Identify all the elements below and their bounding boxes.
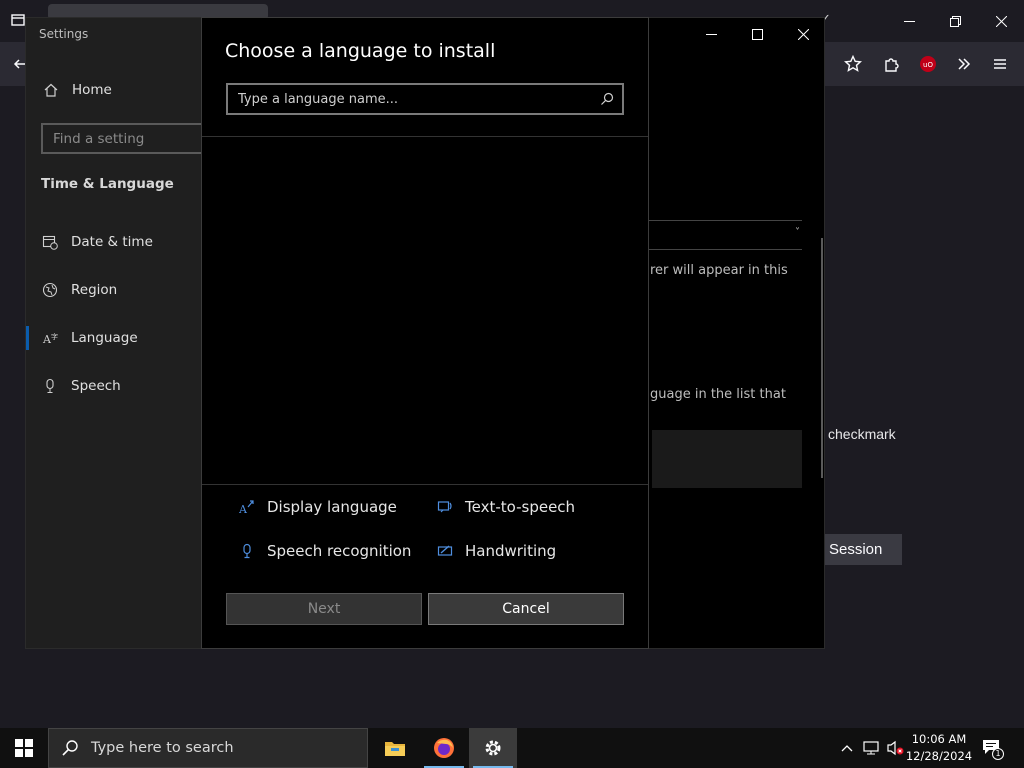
nav-selection-indicator xyxy=(26,326,29,350)
network-icon[interactable] xyxy=(860,728,882,768)
search-icon[interactable] xyxy=(600,92,614,106)
notification-count-badge: 1 xyxy=(992,748,1004,760)
display-language-dropdown[interactable]: ˅ xyxy=(648,220,802,250)
dialog-title: Choose a language to install xyxy=(225,40,496,62)
choose-language-dialog: Choose a language to install A Display l… xyxy=(201,17,649,649)
feature-handwriting: Handwriting xyxy=(437,542,556,560)
clock-date: 12/28/2024 xyxy=(905,749,973,763)
language-results-list[interactable] xyxy=(202,137,648,484)
sidebar-item-region[interactable]: Region xyxy=(42,282,117,298)
start-button[interactable] xyxy=(0,728,48,768)
gear-icon xyxy=(483,738,503,758)
sidebar-item-label: Speech xyxy=(71,378,121,394)
language-search-input[interactable] xyxy=(228,85,588,113)
settings-close-button[interactable] xyxy=(780,18,826,50)
notification-icon: 1 xyxy=(982,739,1004,760)
microphone-icon xyxy=(42,378,58,394)
feature-text-to-speech: Text-to-speech xyxy=(437,498,575,516)
overflow-chevrons-icon[interactable] xyxy=(950,50,978,78)
search-icon xyxy=(61,739,79,757)
display-language-icon: A xyxy=(239,499,255,515)
taskbar-file-explorer[interactable] xyxy=(371,728,419,768)
feature-label: Handwriting xyxy=(465,542,557,560)
star-icon[interactable] xyxy=(839,50,867,78)
tab-list-icon[interactable] xyxy=(10,12,26,28)
divider xyxy=(202,484,648,485)
sidebar-item-language[interactable]: A字 Language xyxy=(42,330,138,346)
action-center-button[interactable]: 1 xyxy=(978,728,1008,768)
home-icon xyxy=(43,82,59,98)
handwriting-icon xyxy=(437,543,453,559)
settings-window-title: Settings xyxy=(39,27,89,41)
feature-display-language: A Display language xyxy=(239,498,397,516)
sidebar-item-label: Region xyxy=(71,282,118,298)
ublock-icon[interactable]: uO xyxy=(914,50,942,78)
language-icon: A字 xyxy=(42,330,58,346)
taskbar-settings[interactable] xyxy=(469,728,517,768)
feature-label: Text-to-speech xyxy=(465,498,576,516)
taskbar-search-box[interactable]: Type here to search xyxy=(48,728,368,768)
find-setting-placeholder: Find a setting xyxy=(53,130,145,147)
firefox-icon xyxy=(433,737,455,759)
sidebar-item-speech[interactable]: Speech xyxy=(42,378,121,394)
microphone-icon xyxy=(239,543,255,559)
svg-text:字: 字 xyxy=(51,332,58,341)
right-pane-text-2: guage in the list that xyxy=(650,387,786,402)
browser-restore-button[interactable] xyxy=(932,5,978,37)
session-button[interactable]: Session xyxy=(816,534,902,565)
browser-close-button[interactable] xyxy=(978,5,1024,37)
sidebar-item-date-time[interactable]: Date & time xyxy=(42,234,153,250)
find-setting-input[interactable]: Find a setting xyxy=(41,123,211,154)
taskbar-search-text: Type here to search xyxy=(91,740,234,756)
svg-text:A: A xyxy=(239,503,248,515)
menu-icon[interactable] xyxy=(986,50,1014,78)
feature-label: Display language xyxy=(267,498,397,516)
feature-speech-recognition: Speech recognition xyxy=(239,542,411,560)
taskbar-firefox[interactable] xyxy=(420,728,468,768)
language-search-field[interactable] xyxy=(226,83,624,115)
browser-minimize-button[interactable] xyxy=(886,5,932,37)
chevron-down-icon: ˅ xyxy=(795,227,800,238)
globe-icon xyxy=(42,282,58,298)
feature-label: Speech recognition xyxy=(267,542,412,560)
nav-heading: Time & Language xyxy=(41,176,174,192)
svg-text:uO: uO xyxy=(923,61,933,69)
taskbar-clock[interactable]: 10:06 AM 12/28/2024 xyxy=(903,728,975,768)
nav-home[interactable]: Home xyxy=(43,82,112,98)
folder-icon xyxy=(384,739,406,757)
nav-home-label: Home xyxy=(72,82,112,98)
settings-minimize-button[interactable] xyxy=(688,18,734,50)
language-list-item[interactable] xyxy=(652,430,802,488)
calendar-clock-icon xyxy=(42,234,58,250)
settings-scrollbar[interactable] xyxy=(821,238,823,478)
sidebar-item-label: Date & time xyxy=(71,234,153,250)
windows-logo-icon xyxy=(15,739,33,757)
extensions-icon[interactable] xyxy=(878,50,906,78)
clock-time: 10:06 AM xyxy=(911,732,967,746)
show-hidden-icons-chevron-up-icon[interactable] xyxy=(838,728,856,768)
next-button[interactable]: Next xyxy=(226,593,422,625)
right-pane-text-1: rer will appear in this xyxy=(650,263,788,278)
checkmark-text: checkmark xyxy=(828,426,896,442)
taskbar: Type here to search 10:06 AM 12/28/2024 … xyxy=(0,728,1024,768)
settings-maximize-button[interactable] xyxy=(734,18,780,50)
text-to-speech-icon xyxy=(437,499,453,515)
sidebar-item-label: Language xyxy=(71,330,138,346)
settings-nav-pane: Settings Home Find a setting Time & Lang… xyxy=(26,18,211,648)
cancel-button[interactable]: Cancel xyxy=(428,593,624,625)
